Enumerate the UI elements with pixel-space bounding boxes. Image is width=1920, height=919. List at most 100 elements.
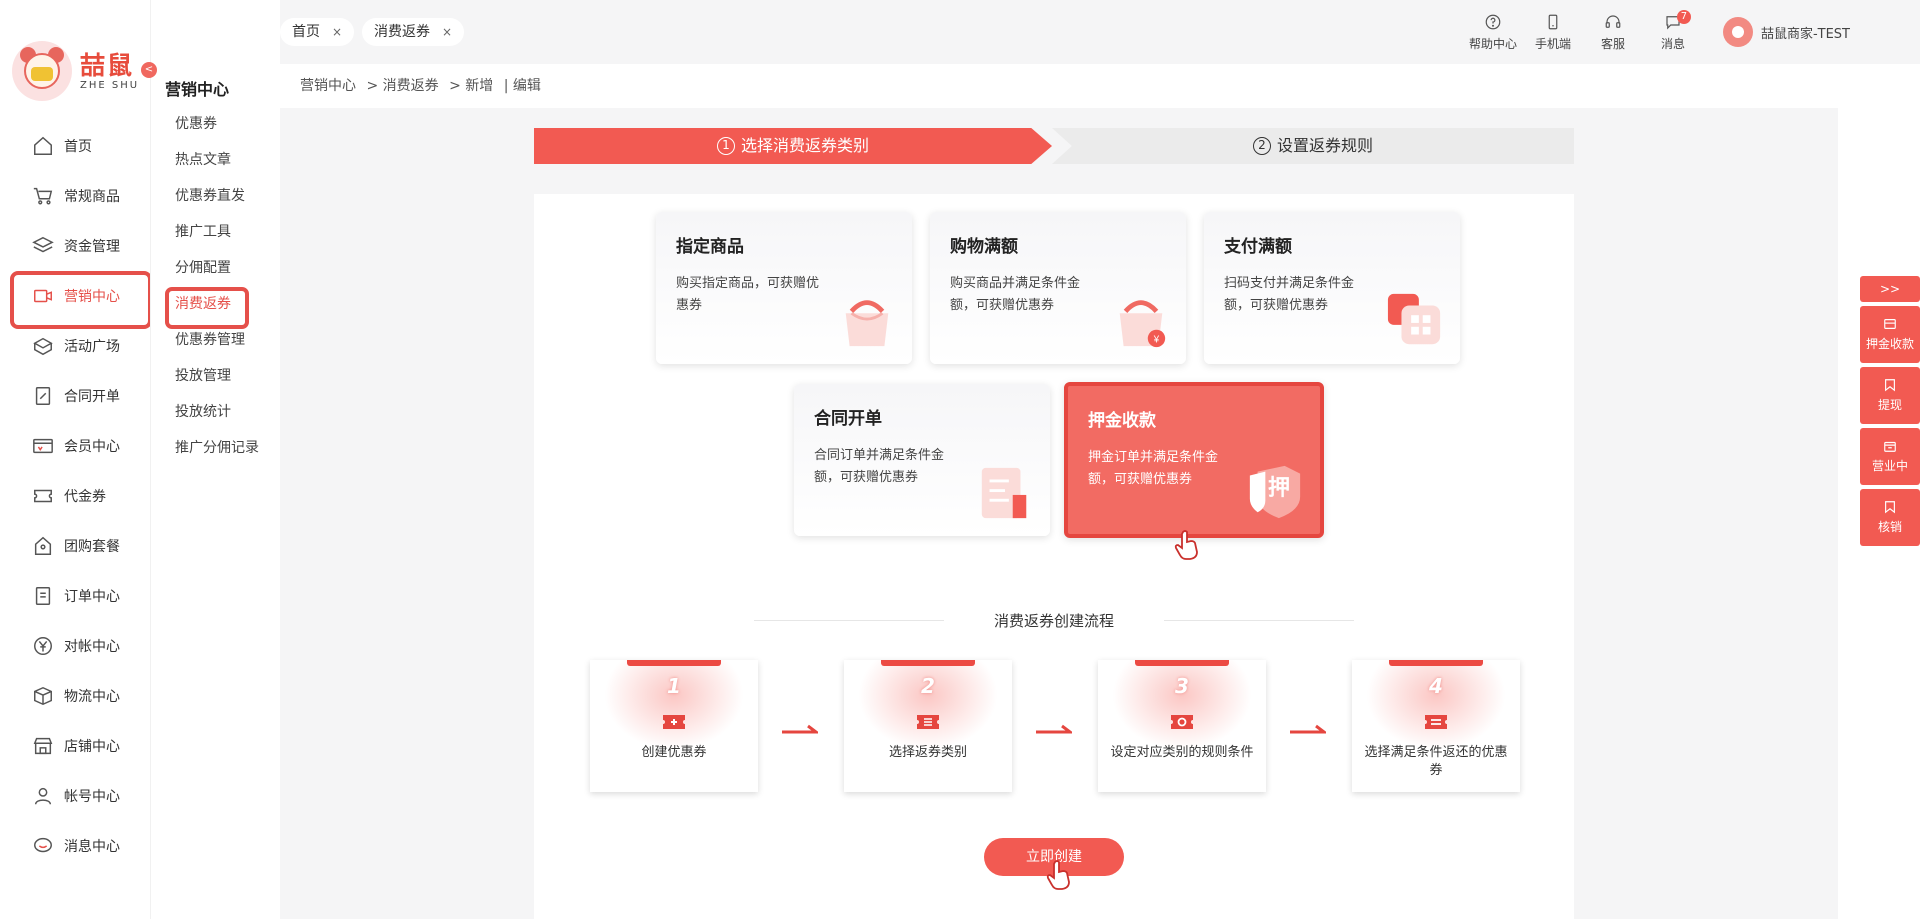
ticket-icon — [34, 489, 52, 503]
card-description: 扫码支付并满足条件金额，可获赠优惠券 — [1224, 276, 1355, 313]
card-icon — [1884, 319, 1896, 329]
process-title: 消费返券创建流程 — [993, 612, 1114, 630]
subnav-item-coupon-manage[interactable]: 优惠券管理 — [151, 322, 281, 358]
step-2[interactable]: 2 设置返券规则 — [1052, 128, 1574, 164]
nav-label: 对帐中心 — [64, 639, 120, 655]
sub-sidebar-title: 营销中心 — [165, 80, 230, 99]
nav-label: 活动广场 — [64, 339, 120, 355]
nav-item-account[interactable]: 帐号中心 — [0, 771, 150, 821]
help-icon — [1485, 14, 1501, 29]
process-step-label: 创建优惠券 — [641, 745, 707, 760]
subnav-item-direct-coupon[interactable]: 优惠券直发 — [151, 178, 281, 214]
subnav-item-promo-tools[interactable]: 推广工具 — [151, 214, 281, 250]
mobile-icon — [1548, 14, 1558, 29]
nav-item-shop[interactable]: 店铺中心 — [0, 721, 150, 771]
shop-icon — [33, 737, 53, 755]
tab-consumption-rebate[interactable]: 消费返券 × — [362, 18, 465, 46]
subnav-item-consumption-rebate[interactable]: 消费返券 — [151, 286, 281, 329]
nav-item-voucher[interactable]: 代金券 — [0, 471, 150, 521]
nav-label: 合同开单 — [64, 389, 120, 405]
messages-label: 消息 — [1660, 36, 1685, 51]
brand-logo[interactable]: 喆鼠 ZHE SHU — [12, 38, 142, 104]
sub-sidebar: 营销中心 优惠券 热点文章 优惠券直发 推广工具 分佣配置 消费返券 优惠券管理… — [150, 0, 280, 919]
arrow-right-icon — [1036, 724, 1072, 734]
card-title: 指定商品 — [676, 237, 744, 257]
home-icon — [34, 136, 52, 155]
nav-item-marketing[interactable]: 营销中心 — [0, 271, 152, 329]
process-step-number: 3 — [1175, 674, 1189, 698]
quick-verify-button[interactable]: 核销 — [1860, 489, 1920, 546]
quick-deposit-collection-button[interactable]: 押金收款 — [1860, 306, 1920, 363]
quick-withdraw-button[interactable]: 提现 — [1860, 367, 1920, 424]
mascot-logo-icon — [12, 41, 72, 101]
customer-service-label: 客服 — [1600, 36, 1625, 51]
nav-item-funds[interactable]: 资金管理 — [0, 221, 150, 271]
help-center-button[interactable]: 帮助中心 — [1463, 0, 1523, 64]
step-number: 2 — [1252, 137, 1271, 155]
tab-label: 首页 — [292, 24, 320, 40]
subnav-item-hot-articles[interactable]: 热点文章 — [151, 142, 281, 178]
group-buy-icon — [34, 536, 52, 555]
breadcrumb-item[interactable]: > 消费返券 — [366, 78, 438, 94]
quick-action-label: 营业中 — [1871, 459, 1908, 473]
user-icon — [34, 787, 52, 805]
nav-label: 代金券 — [64, 489, 106, 505]
marketing-icon — [34, 289, 52, 303]
cart-icon — [33, 187, 53, 205]
close-icon[interactable]: × — [442, 18, 452, 46]
breadcrumb-item: | 编辑 — [503, 78, 541, 94]
coupon-add-icon — [663, 715, 685, 729]
sub-nav-list: 优惠券 热点文章 优惠券直发 推广工具 分佣配置 消费返券 优惠券管理 投放管理… — [151, 106, 281, 466]
nav-item-member[interactable]: 会员中心 — [0, 421, 150, 471]
nav-label: 会员中心 — [64, 439, 120, 455]
main-nav: 首页 常规商品 资金管理 营销中心 活动广场 合同开单 会员中心 代金券 团购套… — [0, 121, 152, 871]
nav-item-messages[interactable]: 消息中心 — [0, 821, 150, 871]
category-card-contract-order[interactable]: 合同开单 合同订单并满足条件金额，可获赠优惠券 — [794, 384, 1050, 536]
subnav-item-delivery-manage[interactable]: 投放管理 — [151, 358, 281, 394]
nav-item-home[interactable]: 首页 — [0, 121, 150, 171]
category-card-purchase-threshold[interactable]: 购物满额 购买商品并满足条件金额，可获赠优惠券 ¥ — [930, 212, 1186, 364]
close-icon[interactable]: × — [332, 18, 342, 46]
nav-item-reconcile[interactable]: 对帐中心 — [0, 621, 150, 671]
yen-icon — [34, 637, 52, 655]
nav-label: 常规商品 — [64, 189, 120, 205]
help-center-label: 帮助中心 — [1468, 36, 1517, 51]
process-step-number: 1 — [667, 674, 681, 698]
collapse-sidebar-button[interactable]: < — [141, 62, 157, 78]
card-description: 购买商品并满足条件金额，可获赠优惠券 — [950, 276, 1081, 313]
breadcrumb-item[interactable]: 营销中心 — [300, 78, 356, 94]
main-sidebar: 喆鼠 ZHE SHU 首页 常规商品 资金管理 营销中心 活动广场 合同开单 会… — [0, 0, 152, 919]
quick-actions-panel: >> 押金收款 提现 营业中 核销 — [1860, 276, 1920, 550]
user-menu[interactable]: 喆鼠商家-TEST — [1703, 0, 1920, 64]
category-card-payment-threshold[interactable]: 支付满额 扫码支付并满足条件金额，可获赠优惠券 — [1204, 212, 1460, 364]
bookmark-icon — [1885, 379, 1895, 392]
process-step-label: 选择返券类别 — [888, 745, 967, 760]
nav-item-logistics[interactable]: 物流中心 — [0, 671, 150, 721]
nav-item-products[interactable]: 常规商品 — [0, 171, 150, 221]
category-card-deposit-collection[interactable]: 押金收款 押金订单并满足条件金额，可获赠优惠券 押 — [1064, 382, 1324, 538]
subnav-item-commission-config[interactable]: 分佣配置 — [151, 250, 281, 286]
subnav-item-delivery-stats[interactable]: 投放统计 — [151, 394, 281, 430]
customer-service-button[interactable]: 客服 — [1583, 0, 1643, 64]
mobile-button[interactable]: 手机端 — [1523, 0, 1583, 64]
nav-item-group-buy[interactable]: 团购套餐 — [0, 521, 150, 571]
hand-pointer-icon — [1174, 530, 1198, 560]
quick-action-label: 押金收款 — [1865, 337, 1914, 351]
tab-home[interactable]: 首页 × — [280, 18, 355, 46]
category-card-specified-product[interactable]: 指定商品 购买指定商品，可获赠优惠券 — [656, 212, 912, 364]
subnav-item-commission-records[interactable]: 推广分佣记录 — [151, 430, 281, 466]
category-panel: 指定商品 购买指定商品，可获赠优惠券 购物满额 购买商品并满足条件金额，可获赠优… — [534, 194, 1574, 919]
coupon-list-icon — [917, 715, 939, 729]
nav-item-orders[interactable]: 订单中心 — [0, 571, 150, 621]
expand-quick-actions-button[interactable]: >> — [1860, 276, 1920, 302]
step-1-active[interactable]: 1 选择消费返券类别 — [534, 128, 1052, 164]
contract-icon — [35, 387, 51, 405]
headset-icon — [1605, 14, 1621, 28]
chat-icon — [34, 837, 52, 853]
nav-label: 订单中心 — [64, 589, 120, 605]
nav-item-contract[interactable]: 合同开单 — [0, 371, 150, 421]
vip-card-icon — [33, 438, 53, 454]
quick-business-status-button[interactable]: 营业中 — [1860, 428, 1920, 485]
subnav-item-coupon[interactable]: 优惠券 — [151, 106, 281, 142]
messages-button[interactable]: 消息 7 — [1643, 0, 1703, 64]
